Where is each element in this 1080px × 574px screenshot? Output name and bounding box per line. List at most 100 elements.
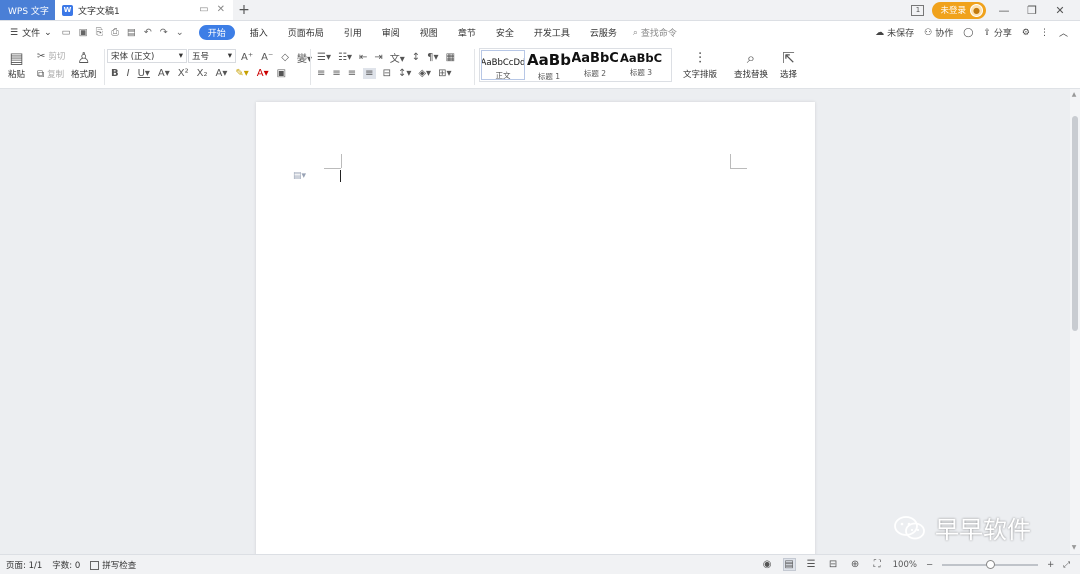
- settings-icon[interactable]: ⚙: [1022, 28, 1030, 38]
- vertical-scrollbar[interactable]: ▲ ▼: [1070, 89, 1080, 554]
- tab-home[interactable]: 开始: [198, 25, 235, 40]
- paste-button[interactable]: ▤ 粘贴: [8, 48, 25, 80]
- grow-font-icon[interactable]: A⁺: [241, 52, 253, 63]
- show-marks-icon[interactable]: ¶▾: [427, 52, 438, 63]
- print-icon[interactable]: ⎙: [111, 27, 119, 38]
- tab-developer[interactable]: 开发工具: [524, 21, 580, 44]
- zoom-slider-thumb[interactable]: [985, 559, 995, 569]
- comment-icon[interactable]: ◯: [963, 28, 973, 38]
- fullscreen-icon[interactable]: ⤢: [1063, 560, 1070, 570]
- bullet-list-icon[interactable]: ☰▾: [317, 52, 331, 63]
- tab-pin-icon[interactable]: ▭: [199, 4, 208, 15]
- scroll-down-icon[interactable]: ▼: [1070, 544, 1078, 552]
- page-view-icon[interactable]: ▤: [782, 558, 796, 571]
- cut-button[interactable]: ✂ 剪切: [37, 50, 65, 63]
- strikethrough-icon[interactable]: A▾: [158, 68, 170, 79]
- zoom-slider[interactable]: [942, 559, 1039, 569]
- chinese-layout-icon[interactable]: 文▾: [390, 50, 405, 65]
- page-indicator[interactable]: 页面: 1/1: [6, 559, 42, 571]
- shading-icon[interactable]: ◈▾: [418, 68, 431, 79]
- tab-security[interactable]: 安全: [486, 21, 524, 44]
- style-heading-2[interactable]: AaBbC 标题 2: [572, 49, 618, 81]
- file-menu[interactable]: ☰ 文件 ⌄: [10, 26, 52, 40]
- open-folder-icon[interactable]: ▭: [62, 27, 71, 38]
- distribute-icon[interactable]: ⊟: [383, 68, 391, 79]
- zoom-in-icon[interactable]: +: [1047, 560, 1054, 570]
- increase-indent-icon[interactable]: ⇥: [374, 52, 382, 63]
- align-left-icon[interactable]: ≡: [317, 68, 325, 79]
- tab-view[interactable]: 视图: [410, 21, 448, 44]
- format-painter-button[interactable]: ♙ 格式刷: [71, 48, 97, 80]
- new-tab-button[interactable]: +: [233, 0, 255, 20]
- style-heading-3[interactable]: AaBbC 标题 3: [618, 49, 664, 81]
- table-icon[interactable]: ▦: [446, 52, 455, 63]
- align-right-icon[interactable]: ≡: [348, 68, 356, 79]
- text-layout-button[interactable]: ⫶ 文字排版: [683, 48, 717, 80]
- tab-review[interactable]: 审阅: [372, 21, 410, 44]
- sort-icon[interactable]: ↕: [412, 52, 420, 63]
- bold-icon[interactable]: B: [111, 68, 119, 79]
- align-center-icon[interactable]: ≡: [332, 68, 340, 79]
- web-view-icon[interactable]: ⊕: [849, 558, 862, 571]
- tab-insert[interactable]: 插入: [240, 21, 278, 44]
- undo-icon[interactable]: ↶: [144, 27, 152, 38]
- numbered-list-icon[interactable]: ☷▾: [338, 52, 352, 63]
- spellcheck-toggle[interactable]: 拼写检查: [90, 559, 136, 571]
- char-border-icon[interactable]: ▣: [277, 68, 286, 79]
- borders-icon[interactable]: ⊞▾: [438, 68, 451, 79]
- word-count[interactable]: 字数: 0: [52, 559, 80, 571]
- decrease-indent-icon[interactable]: ⇤: [359, 52, 367, 63]
- underline-icon[interactable]: U▾: [138, 68, 150, 79]
- document-page[interactable]: ▤▾: [256, 102, 815, 562]
- share-button[interactable]: ⇪ 分享: [983, 26, 1012, 40]
- style-normal[interactable]: AaBbCcDd 正文: [481, 50, 525, 80]
- eye-protection-icon[interactable]: ◉: [761, 558, 774, 571]
- paragraph-layout-icon[interactable]: ▤▾: [293, 171, 306, 181]
- restore-icon[interactable]: ❐: [1022, 4, 1042, 17]
- redo-icon[interactable]: ↷: [160, 27, 168, 38]
- line-spacing-icon[interactable]: ↕▾: [398, 68, 411, 79]
- customize-toolbar-icon[interactable]: ⌄: [176, 27, 184, 38]
- outline-view-icon[interactable]: ☰: [805, 558, 818, 571]
- superscript-icon[interactable]: X²: [178, 68, 189, 79]
- more-icon[interactable]: ⋮: [1040, 28, 1049, 38]
- font-size-select[interactable]: 五号 ▾: [188, 49, 236, 63]
- command-search[interactable]: ⌕ 查找命令: [633, 26, 677, 40]
- save-icon[interactable]: ▣: [79, 27, 88, 38]
- zoom-level[interactable]: 100%: [893, 560, 917, 570]
- collaborate-button[interactable]: ⚇ 协作: [924, 26, 953, 40]
- shrink-font-icon[interactable]: A⁻: [261, 52, 273, 63]
- select-button[interactable]: ⇱ 选择: [780, 48, 797, 80]
- tab-cloud-service[interactable]: 云服务: [580, 21, 627, 44]
- find-replace-button[interactable]: ⌕ 查找替换: [734, 48, 768, 80]
- close-window-icon[interactable]: ✕: [1050, 4, 1070, 17]
- tab-section[interactable]: 章节: [448, 21, 486, 44]
- unsaved-status[interactable]: ☁ 未保存: [875, 26, 914, 40]
- subscript-icon[interactable]: X₂: [197, 68, 208, 79]
- tab-page-layout[interactable]: 页面布局: [278, 21, 334, 44]
- document-tab[interactable]: W 文字文稿1 ▭ ✕: [55, 0, 233, 20]
- copy-button[interactable]: ⧉ 复制: [37, 68, 64, 81]
- reading-view-icon[interactable]: ⊟: [827, 558, 840, 571]
- justify-icon[interactable]: ≡: [363, 68, 376, 79]
- print-preview-icon[interactable]: ▤: [127, 27, 136, 38]
- fit-page-icon[interactable]: ⛶: [871, 558, 884, 571]
- italic-icon[interactable]: I: [127, 68, 130, 79]
- style-heading-1[interactable]: AaBb 标题 1: [526, 49, 572, 81]
- tab-references[interactable]: 引用: [334, 21, 372, 44]
- app-tab[interactable]: WPS 文字: [0, 0, 55, 20]
- zoom-out-icon[interactable]: −: [926, 560, 933, 570]
- font-color-icon[interactable]: A▾: [257, 68, 269, 79]
- highlight-icon[interactable]: ✎▾: [235, 68, 248, 79]
- clear-format-icon[interactable]: ◇: [281, 52, 289, 63]
- minimize-icon[interactable]: —: [994, 4, 1014, 17]
- font-name-select[interactable]: 宋体 (正文) ▾: [107, 49, 187, 63]
- login-button[interactable]: 未登录 ●: [932, 1, 986, 19]
- page-count-badge[interactable]: 1: [911, 4, 925, 16]
- tab-close-icon[interactable]: ✕: [217, 4, 225, 15]
- export-pdf-icon[interactable]: ⎘: [96, 27, 104, 38]
- collapse-ribbon-icon[interactable]: ︿: [1059, 26, 1068, 39]
- scroll-up-icon[interactable]: ▲: [1070, 91, 1078, 99]
- char-shading-icon[interactable]: A▾: [216, 68, 228, 79]
- scrollbar-thumb[interactable]: [1072, 116, 1078, 331]
